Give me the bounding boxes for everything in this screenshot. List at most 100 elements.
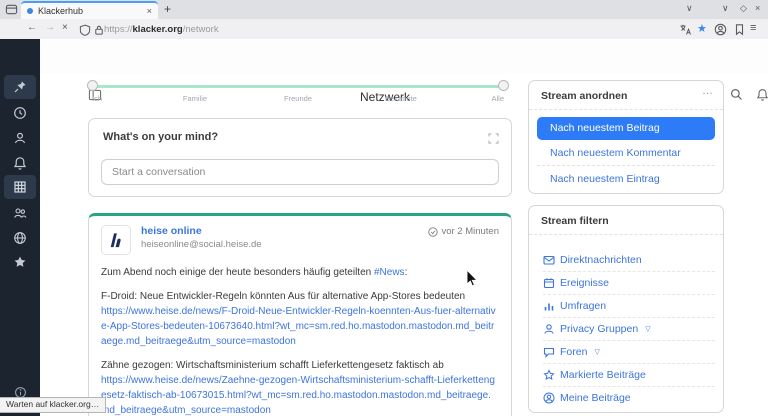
- post-item-link[interactable]: https://www.heise.de/news/F-Droid-Neue-E…: [101, 306, 496, 347]
- sidebar-item-profile[interactable]: [4, 126, 36, 150]
- slider-label: Alle: [491, 94, 504, 103]
- sidebar-item-network[interactable]: [4, 175, 36, 199]
- post-author-handle: heiseonline@social.heise.de: [141, 239, 262, 250]
- filter-item-label: Privacy Gruppen: [560, 323, 638, 335]
- filter-item-privacy-groups[interactable]: Privacy Gruppen ▽: [543, 317, 715, 341]
- order-option-newest-entry[interactable]: Nach neuestem Eintrag: [550, 173, 660, 185]
- browser-tab[interactable]: Klackerhub ×: [21, 1, 158, 19]
- post-intro: Zum Abend noch einige der heute besonder…: [101, 265, 499, 280]
- slider-labels: Ich Familie Freunde Bekannte Alle: [92, 94, 504, 104]
- sidebar-item-notifications[interactable]: [4, 151, 36, 175]
- expand-icon[interactable]: [488, 131, 499, 149]
- post-card: heise online heiseonline@social.heise.de…: [88, 213, 512, 416]
- comment-icon: [543, 346, 555, 358]
- filter-item-label: Direktnachrichten: [560, 254, 642, 266]
- tab-overflow-icon[interactable]: ∨: [686, 3, 693, 14]
- bell-icon: [13, 156, 27, 170]
- check-circle-icon: [428, 227, 438, 237]
- filter-item-label: Meine Beiträge: [560, 392, 631, 404]
- post-timestamp[interactable]: vor 2 Minuten: [428, 226, 499, 237]
- stream-order-header: Stream anordnen …: [529, 81, 723, 110]
- url-bar[interactable]: https://klacker.org/network: [104, 24, 219, 35]
- filter-item-label: Ereignisse: [560, 277, 609, 289]
- browser-navbar: ← → × https://klacker.org/network ★ ≡: [0, 19, 768, 40]
- users-icon: [13, 206, 27, 220]
- hamburger-menu-icon[interactable]: ≡: [750, 22, 756, 34]
- mouse-cursor: [466, 269, 480, 294]
- filter-item-polls[interactable]: Umfragen: [543, 294, 715, 318]
- chart-icon: [543, 300, 555, 312]
- card-menu-icon[interactable]: …: [702, 85, 713, 97]
- tab-close-icon[interactable]: ×: [147, 6, 152, 16]
- filter-item-starred-posts[interactable]: Markierte Beiträge: [543, 363, 715, 387]
- stream-filter-card: Stream filtern Direktnachrichten Ereigni…: [528, 205, 724, 413]
- sidebar-item-public[interactable]: [4, 226, 36, 250]
- stream-filter-header: Stream filtern: [529, 206, 723, 235]
- window-close-button[interactable]: ×: [755, 3, 760, 13]
- post-intro-text: Zum Abend noch einige der heute besonder…: [101, 267, 374, 278]
- window-minimize-button[interactable]: ∨: [722, 3, 729, 14]
- post-item-title: Zähne gezogen: Wirtschaftsministerium sc…: [101, 360, 444, 371]
- hashtag-link[interactable]: #News: [374, 267, 405, 278]
- slider-handle-max[interactable]: [498, 80, 509, 91]
- app-sidebar: Siteinfo: [0, 39, 40, 416]
- grid-icon: [13, 180, 27, 194]
- clock-icon: [13, 106, 27, 120]
- post-body: Zum Abend noch einige der heute besonder…: [101, 265, 499, 416]
- sidebar-item-history[interactable]: [4, 101, 36, 125]
- notifications-bell-icon[interactable]: [756, 88, 768, 106]
- post-item-link[interactable]: https://www.heise.de/news/Zaehne-gezogen…: [101, 375, 495, 416]
- url-domain: klacker.org: [133, 24, 183, 35]
- person-icon: [13, 131, 27, 145]
- slider-label: Freunde: [284, 94, 312, 103]
- slider-label: Familie: [183, 94, 207, 103]
- bookmark-star-icon[interactable]: ★: [697, 22, 707, 35]
- envelope-icon: [543, 254, 555, 266]
- composer-input[interactable]: [101, 159, 499, 185]
- post-item: F-Droid: Neue Entwickler-Regeln könnten …: [101, 289, 499, 349]
- tab-title: Klackerhub: [38, 6, 142, 16]
- sidebar-item-pinned[interactable]: [4, 75, 36, 99]
- order-option-newest-post[interactable]: Nach neuestem Beitrag: [537, 117, 715, 140]
- divider: [537, 165, 715, 166]
- stop-button[interactable]: ×: [62, 22, 68, 33]
- chevron-down-icon[interactable]: ▽: [594, 348, 599, 356]
- post-author-avatar[interactable]: [101, 225, 131, 255]
- browser-titlebar: Klackerhub × + ∨ ∨ ◇ ×: [0, 0, 768, 20]
- filter-item-forums[interactable]: Foren ▽: [543, 340, 715, 364]
- filter-item-my-posts[interactable]: Meine Beiträge: [543, 386, 715, 409]
- chevron-down-icon[interactable]: ▽: [645, 325, 650, 333]
- filter-item-direct-messages[interactable]: Direktnachrichten: [543, 248, 715, 272]
- post-item-title: F-Droid: Neue Entwickler-Regeln könnten …: [101, 291, 465, 302]
- post-intro-suffix: :: [405, 267, 408, 278]
- slider-handle-min[interactable]: [87, 80, 98, 91]
- browser-window: Klackerhub × + ∨ ∨ ◇ × ← → × https://kla…: [0, 0, 768, 416]
- calendar-icon: [543, 277, 555, 289]
- order-option-newest-comment[interactable]: Nach neuestem Kommentar: [550, 147, 681, 159]
- star-icon: [13, 255, 27, 269]
- search-icon[interactable]: [730, 88, 743, 106]
- new-tab-button[interactable]: +: [164, 2, 171, 17]
- back-button[interactable]: ←: [27, 22, 37, 33]
- filter-item-events[interactable]: Ereignisse: [543, 271, 715, 295]
- post-item: Zähne gezogen: Wirtschaftsministerium sc…: [101, 358, 499, 416]
- slider-label: Bekannte: [385, 94, 417, 103]
- post-author-name[interactable]: heise online: [141, 225, 202, 237]
- post-time-text: vor 2 Minuten: [441, 226, 499, 237]
- person-circle-icon: [543, 392, 555, 404]
- status-bar: Warten auf klacker.org…: [0, 397, 106, 413]
- sidebar-item-groups[interactable]: [4, 201, 36, 225]
- composer-card: What's on your mind?: [88, 118, 512, 197]
- stream-order-title: Stream anordnen: [541, 90, 627, 102]
- filter-item-label: Markierte Beiträge: [560, 369, 646, 381]
- forward-button[interactable]: →: [45, 22, 55, 33]
- globe-icon: [13, 231, 27, 245]
- filter-item-label: Umfragen: [560, 300, 606, 312]
- sidebar-item-starred[interactable]: [4, 250, 36, 274]
- tab-favicon-icon: [27, 8, 33, 14]
- pin-icon: [13, 80, 27, 94]
- affinity-slider-track[interactable]: [92, 85, 504, 88]
- window-maximize-button[interactable]: ◇: [740, 3, 747, 14]
- star-icon: [543, 369, 555, 381]
- slider-label: Ich: [92, 94, 102, 103]
